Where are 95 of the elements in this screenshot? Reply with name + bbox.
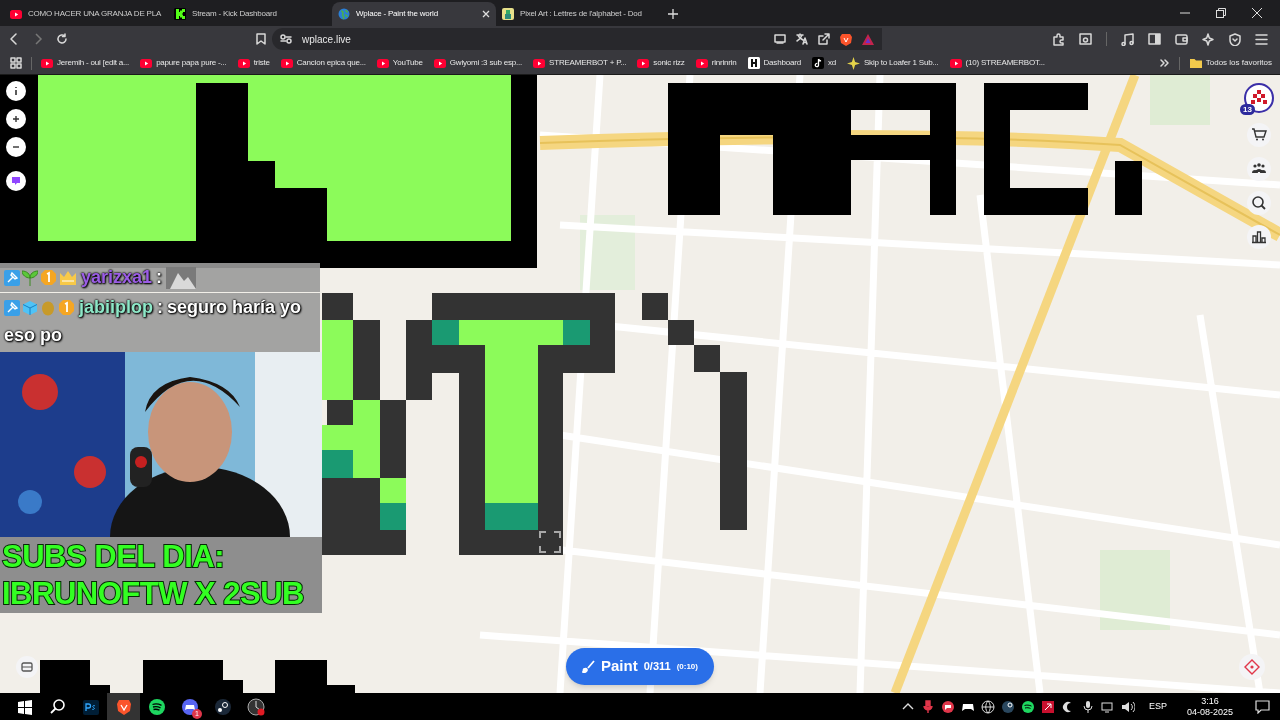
menu-icon[interactable] xyxy=(1255,33,1268,45)
bookmark[interactable]: Skip to Loafer 1 Sub... xyxy=(846,56,939,70)
selection-corners-icon xyxy=(539,531,561,553)
sidebar-icon[interactable] xyxy=(1148,33,1161,45)
lion-shield-icon[interactable] xyxy=(840,32,852,46)
wallet-icon[interactable] xyxy=(1175,33,1188,45)
steam-icon[interactable] xyxy=(1000,699,1015,714)
shopping-cart-icon[interactable] xyxy=(1247,123,1271,147)
spotify-icon[interactable] xyxy=(147,697,166,716)
sparkle-icon[interactable] xyxy=(1202,32,1215,46)
screen-cast-icon[interactable] xyxy=(774,34,786,44)
tab-title: COMO HACER UNA GRANJA DE PLA xyxy=(28,8,162,20)
apps-grid-icon[interactable] xyxy=(10,57,22,69)
youtube-play-icon xyxy=(376,58,389,68)
browser-tab[interactable]: Stream - Kick Dashboard xyxy=(168,2,332,26)
microphone-icon[interactable] xyxy=(1080,699,1095,714)
close-icon[interactable] xyxy=(1252,8,1262,18)
bookmark[interactable]: xd xyxy=(811,57,836,69)
h-logo-icon xyxy=(747,57,760,69)
language-indicator[interactable]: ESP xyxy=(1148,699,1167,714)
subs-overlay-text: IBRUNOFTW X 2SUB xyxy=(2,575,305,612)
search-location-icon[interactable] xyxy=(1247,191,1271,215)
tab-title: Pixel Art : Lettres de l'alphabet - Dod xyxy=(520,8,643,20)
bookmark-folder[interactable]: Todos los favoritos xyxy=(1189,57,1272,69)
lion-shield-icon[interactable] xyxy=(114,697,133,716)
speaker-icon[interactable] xyxy=(1120,699,1135,714)
search-icon[interactable] xyxy=(48,697,67,716)
bookmark[interactable]: papure papa pure -... xyxy=(140,57,227,69)
translate-icon[interactable] xyxy=(796,33,808,45)
tab-title: Stream - Kick Dashboard xyxy=(192,8,278,20)
brush-icon xyxy=(582,660,595,673)
reload-icon[interactable] xyxy=(56,33,68,45)
tab-title: Wplace - Paint the world xyxy=(356,8,439,20)
spotify-icon[interactable] xyxy=(1020,699,1035,714)
youtube-play-icon xyxy=(140,58,153,68)
level-badge: 13 xyxy=(1240,104,1255,115)
folder-icon xyxy=(1189,58,1202,68)
bookmark[interactable]: Gwiyomi :3 sub esp... xyxy=(433,57,523,69)
location-target-icon[interactable] xyxy=(1239,654,1265,680)
globe-icon[interactable] xyxy=(980,699,995,714)
bookmark[interactable]: Jeremih - oui [edit a... xyxy=(41,57,130,69)
layers-icon[interactable] xyxy=(16,656,38,678)
youtube-play-icon xyxy=(280,58,293,68)
notification-icon[interactable] xyxy=(1255,699,1270,714)
bookmark[interactable]: Cancion epica que... xyxy=(280,57,366,69)
youtube-play-icon xyxy=(41,58,53,68)
browser-tab[interactable]: COMO HACER UNA GRANJA DE PLA xyxy=(4,2,168,26)
restore-icon[interactable] xyxy=(1216,8,1226,18)
bookmark[interactable]: YouTube xyxy=(376,57,423,69)
youtube-play-icon xyxy=(637,58,650,68)
paint-button[interactable]: Paint 0/311 (0:10) xyxy=(566,648,714,685)
address-field[interactable]: wplace.live xyxy=(272,28,882,50)
bar-chart-icon[interactable] xyxy=(1247,225,1271,249)
chevron-double-icon[interactable] xyxy=(1159,59,1169,67)
record-dial-icon[interactable] xyxy=(246,697,265,716)
subs-overlay-text: SUBS DEL DIA: xyxy=(2,538,225,575)
browser-tab[interactable]: Pixel Art : Lettres de l'alphabet - Dod xyxy=(496,2,660,26)
square-logo-icon[interactable] xyxy=(1040,699,1055,714)
youtube-play-icon xyxy=(533,58,546,68)
bookmark[interactable]: triste xyxy=(237,57,270,69)
share-icon[interactable] xyxy=(818,33,830,45)
youtube-play-icon xyxy=(237,58,250,68)
network-icon[interactable] xyxy=(1100,699,1115,714)
browser-tab[interactable]: Wplace - Paint the world xyxy=(332,2,496,26)
music-note-icon xyxy=(811,57,824,69)
bookmark[interactable]: STREAMERBOT + P... xyxy=(533,57,627,69)
ps-app-icon[interactable] xyxy=(81,697,100,716)
steam-icon[interactable] xyxy=(213,697,232,716)
puzzle-icon[interactable] xyxy=(1052,32,1065,46)
bookmark-icon[interactable] xyxy=(256,33,266,45)
chat-bubble-icon[interactable] xyxy=(940,699,955,714)
profile-avatar-icon[interactable] xyxy=(1244,83,1274,113)
triangle-icon[interactable] xyxy=(862,33,874,45)
youtube-play-icon xyxy=(433,58,446,68)
shield-icon[interactable] xyxy=(1229,32,1241,46)
k-logo-icon xyxy=(174,8,186,20)
pixel-figure-icon xyxy=(502,8,514,20)
sparkle-icon xyxy=(846,56,860,70)
url-text: wplace.live xyxy=(302,32,351,47)
youtube-play-icon xyxy=(695,58,708,68)
clock[interactable]: 3:16 04-08-2025 xyxy=(1186,695,1233,718)
new-tab-plus-icon[interactable] xyxy=(668,9,678,19)
close-icon[interactable] xyxy=(482,10,490,18)
youtube-play-icon xyxy=(10,9,22,19)
windows-logo-icon[interactable] xyxy=(15,697,34,716)
music-note-icon[interactable] xyxy=(1121,32,1134,46)
bookmark[interactable]: sonic rizz xyxy=(637,57,685,69)
bookmark[interactable]: (10) STREAMERBOT... xyxy=(949,57,1045,69)
bookmark[interactable]: Dashboard xyxy=(747,57,801,69)
globe-icon xyxy=(338,8,350,20)
bookmark[interactable]: rinrinrin xyxy=(695,57,737,69)
window-search-icon[interactable] xyxy=(1079,33,1092,45)
people-group-icon[interactable] xyxy=(1247,157,1271,181)
site-settings-icon[interactable] xyxy=(280,34,292,44)
youtube-play-icon xyxy=(949,58,962,68)
